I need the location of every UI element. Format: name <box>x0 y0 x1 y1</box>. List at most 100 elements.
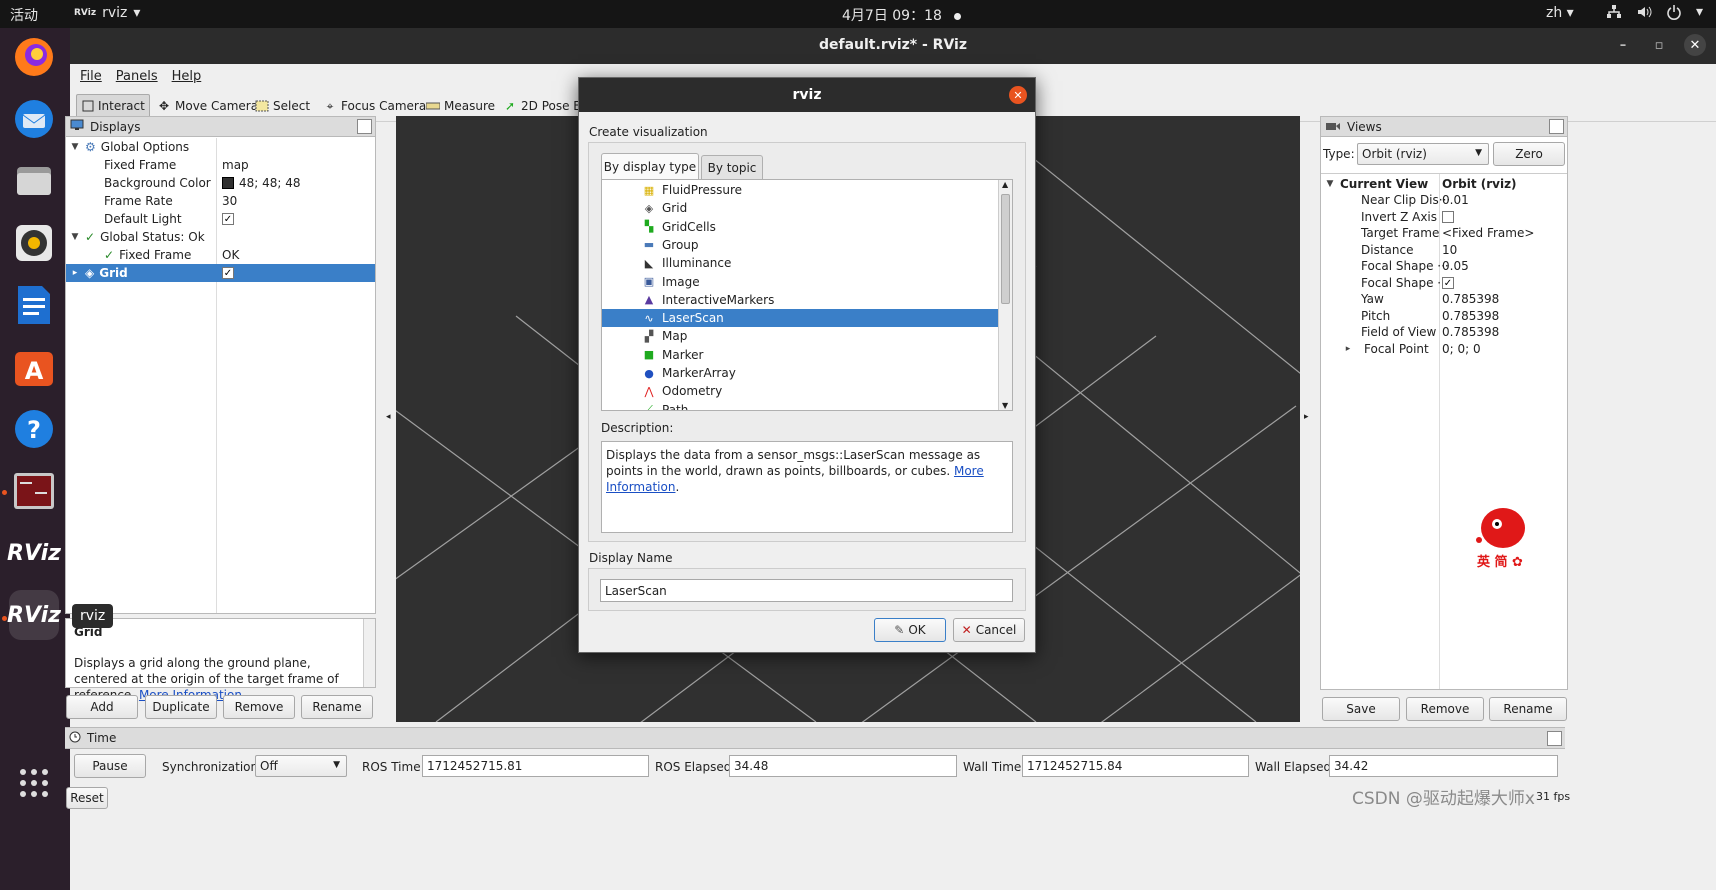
tree-row-global-status[interactable]: ▼ ✓ Global Status: Ok <box>66 228 375 246</box>
add-button[interactable]: Add <box>66 695 138 719</box>
software-icon[interactable]: A <box>9 342 59 392</box>
display-type-item[interactable]: ▞ Map <box>602 327 998 345</box>
display-type-item[interactable]: ● MarkerArray <box>602 364 998 382</box>
tree-row-grid[interactable]: ▸ ◈ Grid ✓ <box>66 264 375 282</box>
ros-time-field[interactable]: 1712452715.81 <box>422 755 649 777</box>
rename-button[interactable]: Rename <box>301 695 373 719</box>
minimize-icon[interactable]: – <box>1612 34 1634 56</box>
collapse-right-icon[interactable]: ▸ <box>1304 412 1309 422</box>
prop-value[interactable]: <Fixed Frame> <box>1442 226 1534 240</box>
default-light-checkbox[interactable]: ✓ <box>222 213 234 225</box>
view-prop-row[interactable]: ▸ Focal Point 0; 0; 0 <box>1321 340 1567 358</box>
menu-help[interactable]: Help <box>172 69 202 84</box>
display-type-item[interactable]: ◣ Illuminance <box>602 254 998 272</box>
thunderbird-icon[interactable] <box>9 94 59 144</box>
files-icon[interactable] <box>9 156 59 206</box>
tab-by-display-type[interactable]: By display type <box>601 153 699 179</box>
prop-value[interactable]: 0.785398 <box>1442 325 1499 339</box>
zero-button[interactable]: Zero <box>1493 142 1565 166</box>
pause-button[interactable]: Pause <box>74 754 146 778</box>
chevron-right-icon[interactable]: ▸ <box>1343 344 1353 354</box>
display-type-item[interactable]: ⋀ Odometry <box>602 382 998 400</box>
input-method[interactable]: zh ▾ <box>1546 5 1574 21</box>
display-type-list[interactable]: ▦ FluidPressure ◈ Grid ▚ GridCells ▬ Group ◣ Illu… <box>601 179 1013 411</box>
display-type-item[interactable]: ∿ LaserScan <box>602 309 998 328</box>
tree-row-global-options[interactable]: ▼ ⚙ Global Options <box>66 138 375 156</box>
grid-enabled-checkbox[interactable]: ✓ <box>222 267 234 279</box>
view-remove-button[interactable]: Remove <box>1406 697 1484 721</box>
view-prop-row[interactable]: Focal Shape ··· 0.05 <box>1321 257 1567 275</box>
menu-panels[interactable]: Panels <box>116 69 158 84</box>
interact-tool[interactable]: Interact <box>76 94 150 118</box>
view-prop-row[interactable]: Near Clip Dis··· 0.01 <box>1321 191 1567 209</box>
rhythmbox-icon[interactable] <box>9 218 59 268</box>
tab-by-topic[interactable]: By topic <box>701 155 763 179</box>
display-type-item[interactable]: ▣ Image <box>602 273 998 291</box>
display-type-item[interactable]: ▬ Group <box>602 236 998 254</box>
tree-row-status-fixed-frame[interactable]: ✓ Fixed Frame OK <box>66 246 375 264</box>
view-rename-button[interactable]: Rename <box>1489 697 1567 721</box>
prop-value[interactable]: 0.05 <box>1442 259 1469 273</box>
prop-value[interactable]: 0.785398 <box>1442 292 1499 306</box>
chevron-down-icon[interactable]: ▼ <box>70 232 80 242</box>
display-type-item[interactable]: ◈ Grid <box>602 199 998 217</box>
view-type-select[interactable]: Orbit (rviz) ▼ <box>1357 143 1489 165</box>
help-icon[interactable]: ? <box>9 404 59 454</box>
fixed-frame-value[interactable]: map <box>222 158 249 172</box>
activities-button[interactable]: 活动 <box>10 5 38 25</box>
ros-elapsed-field[interactable]: 34.48 <box>729 755 957 777</box>
prop-value[interactable]: 0; 0; 0 <box>1442 342 1481 356</box>
display-type-item[interactable]: ▚ GridCells <box>602 218 998 236</box>
view-save-button[interactable]: Save <box>1322 697 1400 721</box>
duplicate-button[interactable]: Duplicate <box>145 695 217 719</box>
clock[interactable]: 4月7日 09：18 <box>842 5 961 25</box>
close-icon[interactable]: ✕ <box>1684 34 1706 56</box>
close-icon[interactable]: ✕ <box>1009 86 1027 104</box>
background-color-value[interactable]: 48; 48; 48 <box>239 176 301 190</box>
maximize-icon[interactable]: ▫ <box>1648 34 1670 56</box>
color-swatch[interactable] <box>222 177 234 189</box>
cancel-button[interactable]: ✕ Cancel <box>953 618 1025 642</box>
undock-button[interactable] <box>1547 731 1562 746</box>
wall-elapsed-field[interactable]: 34.42 <box>1329 755 1558 777</box>
prop-value[interactable]: 10 <box>1442 243 1457 257</box>
tree-row-frame-rate[interactable]: Frame Rate 30 <box>66 192 375 210</box>
undock-button[interactable] <box>357 119 372 134</box>
measure-tool[interactable]: Measure <box>421 94 500 118</box>
description-scrollbar[interactable] <box>363 619 375 687</box>
scroll-up-icon[interactable]: ▲ <box>1002 180 1008 189</box>
ok-button[interactable]: ✎ OK <box>874 618 946 642</box>
invert-z-checkbox[interactable] <box>1442 211 1454 223</box>
prop-value[interactable]: 0.01 <box>1442 193 1469 207</box>
sync-select[interactable]: Off ▼ <box>255 755 347 777</box>
view-prop-row[interactable]: Yaw 0.785398 <box>1321 290 1567 308</box>
display-type-scrollbar[interactable]: ▲ ▼ <box>998 180 1012 410</box>
firefox-icon[interactable] <box>9 32 59 82</box>
display-type-item[interactable]: ■ Marker <box>602 346 998 364</box>
focus-camera-tool[interactable]: ⌖ Focus Camera <box>318 94 431 118</box>
view-prop-row[interactable]: Target Frame <Fixed Frame> <box>1321 224 1567 242</box>
view-prop-row[interactable]: Field of View 0.785398 <box>1321 323 1567 341</box>
tree-row-default-light[interactable]: Default Light ✓ <box>66 210 375 228</box>
menu-file[interactable]: File <box>80 69 102 84</box>
wall-time-field[interactable]: 1712452715.84 <box>1022 755 1249 777</box>
display-type-item[interactable]: ▦ FluidPressure <box>602 181 998 199</box>
chevron-down-icon[interactable]: ▼ <box>70 142 80 152</box>
tree-row-fixed-frame[interactable]: Fixed Frame map <box>66 156 375 174</box>
window-titlebar[interactable]: default.rviz* - RViz – ▫ ✕ <box>70 28 1716 64</box>
collapse-left-icon[interactable]: ◂ <box>386 412 391 422</box>
rviz-icon[interactable]: RViz <box>7 590 61 640</box>
focal-shape-checkbox[interactable]: ✓ <box>1442 277 1454 289</box>
move-camera-tool[interactable]: ✥ Move Camera <box>152 94 263 118</box>
terminal-icon[interactable] <box>9 466 59 516</box>
scroll-thumb[interactable] <box>1001 194 1010 304</box>
tree-row-background-color[interactable]: Background Color 48; 48; 48 <box>66 174 375 192</box>
remove-button[interactable]: Remove <box>223 695 295 719</box>
undock-button[interactable] <box>1549 119 1564 134</box>
select-tool[interactable]: Select <box>250 94 315 118</box>
display-name-input[interactable]: LaserScan <box>600 579 1013 602</box>
display-type-item[interactable]: ⟋ Path <box>602 401 998 410</box>
chevron-right-icon[interactable]: ▸ <box>70 268 80 278</box>
reset-button[interactable]: Reset <box>66 787 108 809</box>
display-type-item[interactable]: ▲ InteractiveMarkers <box>602 291 998 309</box>
